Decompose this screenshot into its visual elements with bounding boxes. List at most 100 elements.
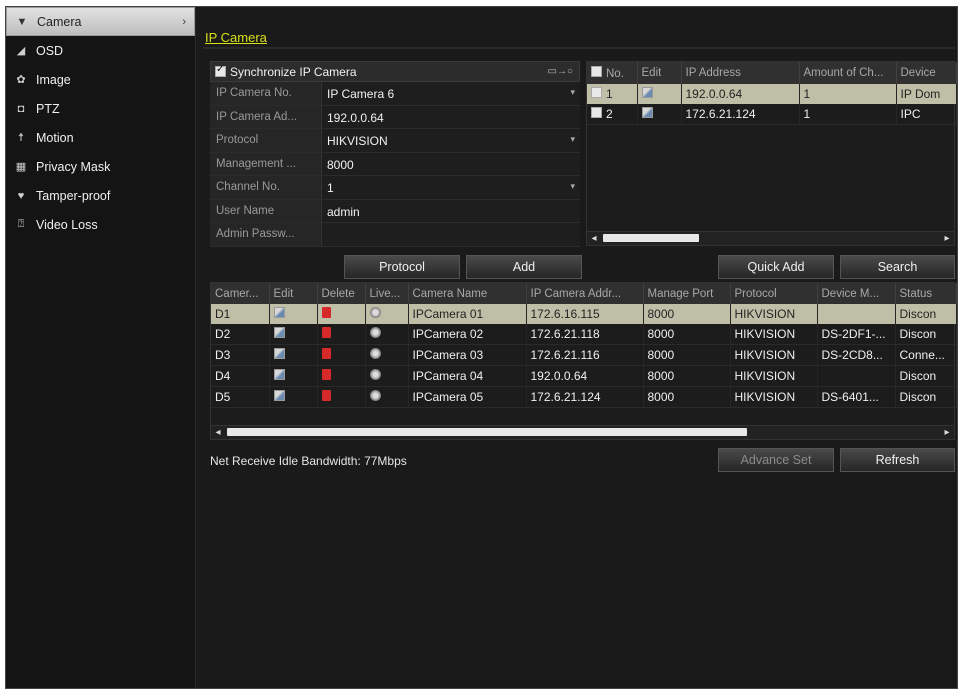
scroll-right-icon[interactable]: ▸ bbox=[940, 426, 954, 439]
column-header[interactable]: IP Address bbox=[681, 62, 800, 84]
column-header[interactable]: Protocol bbox=[730, 283, 818, 304]
column-header[interactable]: Amount of Ch... bbox=[799, 62, 897, 84]
column-header[interactable]: Edit bbox=[637, 62, 682, 84]
column-header[interactable]: No. bbox=[587, 62, 638, 84]
table-cell: Discon bbox=[895, 386, 957, 408]
delete-icon[interactable] bbox=[321, 348, 331, 359]
edit-icon[interactable] bbox=[273, 307, 285, 318]
table-row[interactable]: D4 IPCamera 04 192.0.0.64 8000 HIKVISION… bbox=[211, 365, 957, 387]
table-cell: D5 bbox=[211, 386, 270, 408]
column-header[interactable]: Edit bbox=[269, 283, 318, 304]
edit-icon[interactable] bbox=[641, 87, 653, 98]
edit-icon[interactable] bbox=[273, 390, 285, 401]
column-header[interactable]: Manage Port bbox=[643, 283, 731, 304]
tab-ip-camera[interactable]: IP Camera bbox=[203, 27, 269, 45]
live-view-icon[interactable] bbox=[369, 390, 381, 401]
admin-password-input[interactable] bbox=[322, 223, 580, 246]
edit-icon[interactable] bbox=[273, 327, 285, 338]
table-cell: 172.6.21.124 bbox=[681, 104, 800, 125]
row-checkbox[interactable] bbox=[591, 87, 602, 98]
table-row[interactable]: D1 IPCamera 01 172.6.16.115 8000 HIKVISI… bbox=[211, 304, 957, 324]
table-cell bbox=[817, 304, 896, 324]
field-label: IP Camera Ad... bbox=[210, 105, 322, 128]
chevron-down-icon: ▾ bbox=[570, 134, 575, 144]
table-cell: 8000 bbox=[643, 365, 731, 387]
sidebar-item-motion[interactable]: ☨ Motion bbox=[6, 123, 195, 152]
row-checkbox[interactable] bbox=[591, 107, 602, 118]
field-label: Admin Passw... bbox=[210, 223, 322, 246]
column-header[interactable]: Camera Name bbox=[408, 283, 527, 304]
table-cell: Discon bbox=[895, 365, 957, 387]
table-row[interactable]: 2 172.6.21.124 1 IPC bbox=[587, 104, 957, 125]
table-cell: 172.6.16.115 bbox=[526, 304, 644, 324]
table-cell bbox=[365, 324, 409, 345]
table-cell: HIKVISION bbox=[730, 304, 818, 324]
delete-icon[interactable] bbox=[321, 390, 331, 401]
horizontal-scrollbar[interactable]: ◂ ▸ bbox=[587, 231, 954, 245]
column-header[interactable]: Camer... bbox=[211, 283, 270, 304]
scrollbar-thumb[interactable] bbox=[227, 428, 747, 436]
live-view-icon[interactable] bbox=[369, 369, 381, 380]
select-all-checkbox[interactable] bbox=[591, 66, 602, 77]
table-cell: D1 bbox=[211, 304, 270, 324]
table-row[interactable]: D2 IPCamera 02 172.6.21.118 8000 HIKVISI… bbox=[211, 324, 957, 345]
sync-icon[interactable]: ▭→○ bbox=[548, 66, 574, 77]
column-header[interactable]: IP Camera Addr... bbox=[526, 283, 644, 304]
live-view-icon[interactable] bbox=[369, 327, 381, 338]
channel-no-select[interactable]: 1 ▾ bbox=[322, 176, 580, 199]
protocol-select[interactable]: HIKVISION ▾ bbox=[322, 129, 580, 152]
live-view-icon[interactable] bbox=[369, 348, 381, 359]
sidebar-item-osd[interactable]: ◢ OSD bbox=[6, 36, 195, 65]
scroll-left-icon[interactable]: ◂ bbox=[587, 232, 601, 245]
row-number: 2 bbox=[606, 107, 613, 121]
column-header[interactable]: Device M... bbox=[817, 283, 896, 304]
sidebar-item-privacy-mask[interactable]: ▦ Privacy Mask bbox=[6, 152, 195, 181]
field-value: 192.0.0.64 bbox=[327, 110, 384, 125]
refresh-button[interactable]: Refresh bbox=[840, 448, 955, 472]
table-cell bbox=[317, 344, 366, 366]
field-label: User Name bbox=[210, 199, 322, 222]
sync-checkbox[interactable] bbox=[215, 64, 226, 77]
search-button[interactable]: Search bbox=[840, 255, 955, 279]
scrollbar-thumb[interactable] bbox=[603, 234, 699, 242]
delete-icon[interactable] bbox=[321, 369, 331, 380]
camera-address-input[interactable]: 192.0.0.64 bbox=[322, 105, 580, 128]
column-header[interactable]: Live... bbox=[365, 283, 409, 304]
edit-icon[interactable] bbox=[273, 348, 285, 359]
column-header[interactable]: Device bbox=[896, 62, 957, 84]
camera-no-select[interactable]: IP Camera 6 ▾ bbox=[322, 82, 580, 105]
table-cell: D3 bbox=[211, 344, 270, 366]
user-name-input[interactable]: admin bbox=[322, 199, 580, 222]
table-cell: 1 bbox=[799, 84, 897, 104]
advance-set-button[interactable]: Advance Set bbox=[718, 448, 834, 472]
scroll-right-icon[interactable]: ▸ bbox=[940, 232, 954, 245]
sidebar-item-label: Tamper-proof bbox=[36, 188, 111, 203]
horizontal-scrollbar[interactable]: ◂ ▸ bbox=[211, 425, 954, 439]
sidebar-item-image[interactable]: ✿ Image bbox=[6, 65, 195, 94]
management-port-input[interactable]: 8000 bbox=[322, 152, 580, 175]
delete-icon[interactable] bbox=[321, 327, 331, 338]
live-view-icon[interactable] bbox=[369, 307, 381, 318]
sidebar-item-video-loss[interactable]: ⍰ Video Loss bbox=[6, 210, 195, 239]
form-row-user-name: User Name admin bbox=[210, 199, 580, 223]
ip-camera-form: Synchronize IP Camera ▭→○ IP Camera No. … bbox=[210, 61, 580, 247]
table-cell: DS-2DF1-... bbox=[817, 324, 896, 345]
protocol-button[interactable]: Protocol bbox=[344, 255, 460, 279]
added-cameras-table: Camer... Edit Delete Live... Camera Name… bbox=[210, 282, 957, 440]
sidebar-item-ptz[interactable]: ◘ PTZ bbox=[6, 94, 195, 123]
table-row[interactable]: D5 IPCamera 05 172.6.21.124 8000 HIKVISI… bbox=[211, 386, 957, 408]
sidebar-item-tamper-proof[interactable]: ♥ Tamper-proof bbox=[6, 181, 195, 210]
tamper-proof-icon: ♥ bbox=[17, 189, 25, 202]
column-header[interactable]: Status bbox=[895, 283, 957, 304]
table-row[interactable]: D3 IPCamera 03 172.6.21.116 8000 HIKVISI… bbox=[211, 344, 957, 366]
delete-icon[interactable] bbox=[321, 307, 331, 318]
add-button[interactable]: Add bbox=[466, 255, 582, 279]
sidebar-item-label: Image bbox=[36, 72, 71, 87]
table-row[interactable]: 1 192.0.0.64 1 IP Dom bbox=[587, 84, 957, 104]
quick-add-button[interactable]: Quick Add bbox=[718, 255, 834, 279]
sidebar-item-camera[interactable]: ▼ Camera › bbox=[6, 7, 195, 36]
scroll-left-icon[interactable]: ◂ bbox=[211, 426, 225, 439]
column-header[interactable]: Delete bbox=[317, 283, 366, 304]
edit-icon[interactable] bbox=[641, 107, 653, 118]
edit-icon[interactable] bbox=[273, 369, 285, 380]
